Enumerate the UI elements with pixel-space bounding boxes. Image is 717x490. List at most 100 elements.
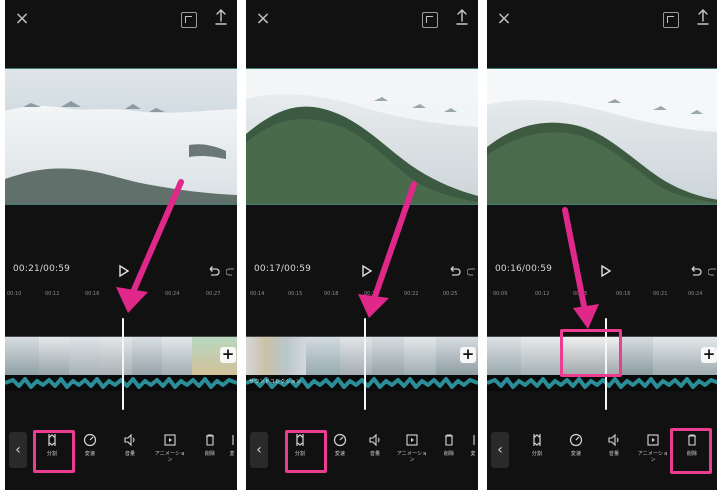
speed-label: 変速 xyxy=(570,451,582,457)
animation-tool[interactable]: アニメーション xyxy=(153,432,187,472)
undo-button[interactable] xyxy=(689,264,703,278)
time-ruler: 00:09 00:12 00:15 00:16 00:21 00:24 xyxy=(487,290,717,302)
redo-button[interactable] xyxy=(467,264,477,278)
audio-track[interactable] xyxy=(487,375,717,391)
add-clip-button[interactable]: + xyxy=(220,347,236,363)
undo-button[interactable] xyxy=(448,264,462,278)
more-label: 変 xyxy=(229,451,235,457)
highlight-box xyxy=(285,430,327,473)
delete-tool[interactable]: 削除 xyxy=(432,432,466,472)
volume-icon xyxy=(608,433,619,447)
redo-button[interactable] xyxy=(226,264,236,278)
speed-label: 変速 xyxy=(84,451,96,457)
back-button[interactable]: ‹ xyxy=(250,432,268,468)
animation-tool[interactable]: アニメーション xyxy=(636,432,670,472)
animation-icon xyxy=(647,434,659,446)
trash-icon xyxy=(206,434,214,446)
upload-button[interactable] xyxy=(454,8,470,28)
upload-button[interactable] xyxy=(695,8,711,28)
clip-frame xyxy=(100,337,133,375)
video-preview xyxy=(487,68,717,205)
volume-tool[interactable]: 音量 xyxy=(597,432,631,472)
close-button[interactable]: × xyxy=(13,10,31,28)
more-icon xyxy=(232,435,234,445)
more-tool[interactable]: 変 xyxy=(227,432,237,472)
volume-label: 音量 xyxy=(608,451,620,457)
editor-screen-split: × 00:21/00:59 00:10 00:12 00:16 00:18 00… xyxy=(5,0,237,490)
volume-tool[interactable]: 音量 xyxy=(113,432,147,472)
animation-tool[interactable]: アニメーション xyxy=(395,432,429,472)
clip-frame xyxy=(69,337,101,375)
expand-icon[interactable] xyxy=(422,12,438,28)
volume-tool[interactable]: 音量 xyxy=(358,432,392,472)
split-tool[interactable]: 分割 xyxy=(520,432,554,472)
play-button[interactable] xyxy=(599,264,613,278)
highlight-box xyxy=(33,430,75,473)
close-button[interactable]: × xyxy=(254,10,272,28)
delete-tool[interactable]: 削除 xyxy=(193,432,227,472)
audio-track[interactable] xyxy=(5,375,237,391)
animation-label: アニメーション xyxy=(396,451,428,463)
timecode-readout: 00:21/00:59 xyxy=(13,264,71,274)
speed-tool[interactable]: 変速 xyxy=(559,432,593,472)
ruler-tick: 00:24 xyxy=(165,291,180,297)
back-button[interactable]: ‹ xyxy=(9,432,27,468)
top-bar: × xyxy=(246,0,478,44)
close-button[interactable]: × xyxy=(495,10,513,28)
add-clip-button[interactable]: + xyxy=(701,347,717,363)
volume-label: 音量 xyxy=(369,451,381,457)
editor-screen-delete: × 00:16/00:59 00:09 00:12 00:15 00:16 00… xyxy=(487,0,717,490)
clip-frame xyxy=(5,337,40,375)
ruler-tick: 00:27 xyxy=(206,291,221,297)
speed-icon xyxy=(569,433,583,447)
timecode-readout: 00:17/00:59 xyxy=(254,264,312,274)
redo-button[interactable] xyxy=(708,264,717,278)
volume-icon xyxy=(124,433,135,447)
ruler-tick: 00:15 xyxy=(573,291,588,297)
split-icon xyxy=(533,434,541,446)
video-track[interactable] xyxy=(5,336,237,376)
audio-track[interactable]: サウンドコレクション xyxy=(246,375,478,391)
ruler-tick: 00:09 xyxy=(493,291,508,297)
expand-icon[interactable] xyxy=(663,12,679,28)
time-ruler: 00:14 00:15 00:18 00:20 00:22 00:25 xyxy=(246,290,478,302)
delete-label: 削除 xyxy=(204,451,216,457)
video-preview xyxy=(5,68,237,205)
more-icon xyxy=(473,435,475,445)
volume-icon xyxy=(369,433,380,447)
clip-frame xyxy=(306,337,341,375)
undo-button[interactable] xyxy=(207,264,221,278)
animation-label: アニメーション xyxy=(637,451,669,463)
highlight-box xyxy=(670,428,712,474)
more-tool[interactable]: 変 xyxy=(468,432,478,472)
back-button[interactable]: ‹ xyxy=(491,432,509,468)
clip-frame xyxy=(246,337,307,375)
speed-label: 変速 xyxy=(334,451,346,457)
speed-tool[interactable]: 変速 xyxy=(323,432,357,472)
video-preview xyxy=(246,68,478,205)
ruler-tick: 00:14 xyxy=(250,291,265,297)
ruler-tick: 00:16 xyxy=(85,291,100,297)
add-clip-button[interactable]: + xyxy=(460,347,476,363)
playhead[interactable] xyxy=(364,318,366,410)
time-ruler: 00:10 00:12 00:16 00:18 00:24 00:27 xyxy=(5,290,237,302)
animation-icon xyxy=(406,434,418,446)
speed-tool[interactable]: 変速 xyxy=(73,432,107,472)
audio-track-label: サウンドコレクション xyxy=(249,379,302,385)
clip-frame xyxy=(132,337,163,375)
video-track[interactable] xyxy=(246,336,478,376)
expand-icon[interactable] xyxy=(181,12,197,28)
trash-icon xyxy=(445,434,453,446)
ruler-tick: 00:22 xyxy=(404,291,419,297)
clip-frame xyxy=(39,337,70,375)
delete-label: 削除 xyxy=(443,451,455,457)
ruler-tick: 00:21 xyxy=(653,291,668,297)
playhead[interactable] xyxy=(122,318,124,410)
ruler-tick: 00:25 xyxy=(443,291,458,297)
ruler-tick: 00:10 xyxy=(7,291,22,297)
top-bar: × xyxy=(487,0,717,44)
ruler-tick: 00:15 xyxy=(288,291,303,297)
play-button[interactable] xyxy=(117,264,131,278)
upload-button[interactable] xyxy=(213,8,229,28)
play-button[interactable] xyxy=(360,264,374,278)
